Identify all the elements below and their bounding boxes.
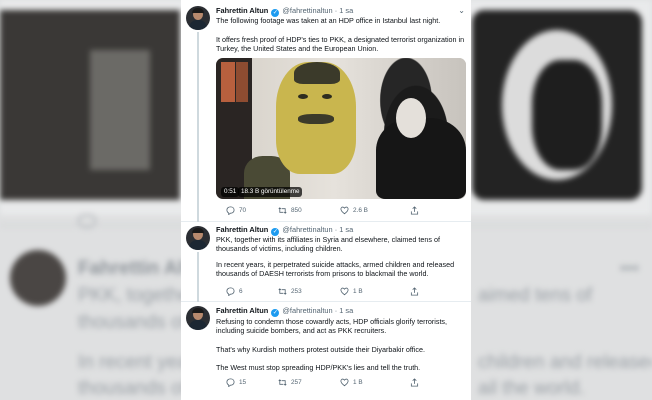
avatar[interactable]: [186, 306, 210, 330]
retweet-count: 850: [291, 207, 302, 214]
author-name[interactable]: Fahrettin Altun: [216, 6, 268, 15]
tweet-time[interactable]: 1 sa: [339, 225, 353, 234]
avatar[interactable]: [186, 226, 210, 250]
tweet-actions: 15 257 1 B: [216, 378, 466, 388]
author-name[interactable]: Fahrettin Altun: [216, 225, 268, 234]
author-handle[interactable]: @fahrettinaltun: [282, 225, 332, 234]
tweet-time[interactable]: 1 sa: [339, 6, 353, 15]
share-icon: [410, 287, 419, 296]
retweet-button[interactable]: 850: [278, 206, 302, 215]
retweet-button[interactable]: 253: [278, 287, 302, 296]
heart-icon: [340, 378, 349, 387]
tweet-text-para-1: PKK, together with its affiliates in Syr…: [216, 235, 440, 254]
tweet-text-para-1: Refusing to condemn those cowardly acts,…: [216, 317, 448, 336]
share-button[interactable]: [410, 287, 419, 296]
reply-count: 6: [239, 288, 243, 295]
heart-icon: [340, 206, 349, 215]
reply-icon: [226, 378, 235, 387]
avatar[interactable]: [186, 6, 210, 30]
tweet-text-para-3: The West must stop spreading HDP/PKK's l…: [216, 363, 421, 372]
reply-icon: [226, 287, 235, 296]
retweet-count: 257: [291, 379, 302, 386]
tweet-text-para-2: It offers fresh proof of HDP's ties to P…: [216, 35, 465, 54]
like-button[interactable]: 2.6 B: [340, 206, 368, 215]
video-views: 18.3 B görüntülenme: [238, 187, 303, 197]
bg-video-right: [472, 10, 642, 200]
like-count: 2.6 B: [353, 207, 368, 214]
reply-button[interactable]: 15: [226, 378, 246, 387]
like-button[interactable]: 1 B: [340, 378, 363, 387]
reply-count: 70: [239, 207, 247, 214]
retweet-button[interactable]: 257: [278, 378, 302, 387]
share-icon: [410, 378, 419, 387]
thread-line: [197, 252, 199, 302]
reply-count: 15: [239, 379, 247, 386]
like-button[interactable]: 1 B: [340, 287, 363, 296]
reply-button[interactable]: 70: [226, 206, 246, 215]
bg-line-1: PKK, together: [78, 285, 197, 306]
bg-right-4: ail the world.: [478, 378, 585, 399]
heart-icon: [340, 287, 349, 296]
tweet-actions: 70 850 2.6 B: [216, 206, 466, 216]
like-count: 1 B: [353, 288, 363, 295]
share-button[interactable]: [410, 378, 419, 387]
verified-badge-icon: ✓: [271, 309, 280, 317]
author-handle[interactable]: @fahrettinaltun: [282, 6, 332, 15]
more-caret-icon[interactable]: ⌄: [458, 6, 465, 15]
tweet-text-para-1: The following footage was taken at an HD…: [216, 16, 441, 25]
retweet-icon: [278, 379, 287, 386]
thread-line: [197, 32, 199, 222]
like-count: 1 B: [353, 379, 363, 386]
tweet-text-para-2: In recent years, it perpetrated suicide …: [216, 260, 455, 279]
bg-right-1: aimed tens of: [478, 285, 593, 306]
bg-more-icon: •••: [620, 258, 639, 278]
bg-video-left: [0, 10, 180, 200]
tweet-time[interactable]: 1 sa: [339, 306, 353, 315]
author-handle[interactable]: @fahrettinaltun: [282, 306, 332, 315]
tweet-1[interactable]: Fahrettin Altun ✓ @fahrettinaltun · 1 sa…: [181, 0, 471, 222]
reply-icon: [226, 206, 235, 215]
tweet-header: Fahrettin Altun ✓ @fahrettinaltun · 1 sa: [216, 306, 354, 317]
tweet-text-para-2: That's why Kurdish mothers protest outsi…: [216, 345, 425, 354]
share-icon: [410, 206, 419, 215]
video-duration: 0:51: [221, 187, 240, 197]
tweet-thread-panel: Fahrettin Altun ✓ @fahrettinaltun · 1 sa…: [181, 0, 471, 400]
tweet-actions: 6 253 1 B: [216, 287, 466, 297]
retweet-count: 253: [291, 288, 302, 295]
retweet-icon: [278, 207, 287, 214]
reply-button[interactable]: 6: [226, 287, 243, 296]
author-name[interactable]: Fahrettin Altun: [216, 306, 268, 315]
tweet-3[interactable]: Fahrettin Altun ✓ @fahrettinaltun · 1 sa…: [181, 302, 471, 400]
retweet-icon: [278, 288, 287, 295]
tweet-2[interactable]: Fahrettin Altun ✓ @fahrettinaltun · 1 sa…: [181, 222, 471, 302]
video-player[interactable]: 0:51 18.3 B görüntülenme: [216, 58, 466, 199]
bg-avatar: [10, 250, 66, 306]
share-button[interactable]: [410, 206, 419, 215]
bg-right-3: children and released: [478, 352, 652, 373]
